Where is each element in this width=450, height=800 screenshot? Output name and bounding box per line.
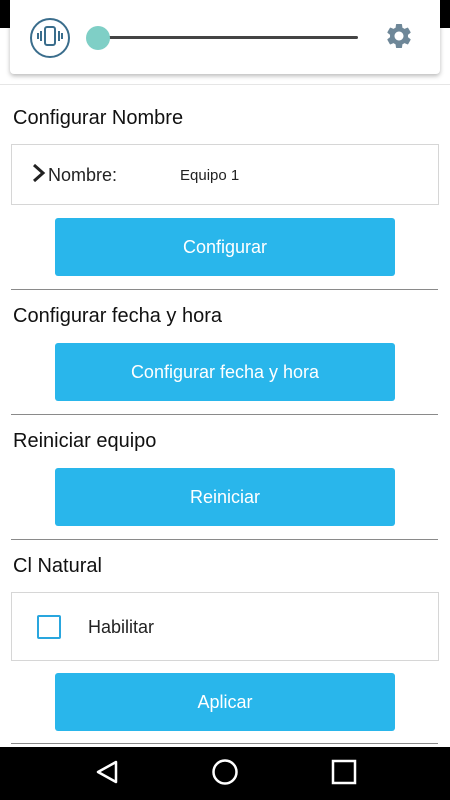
habilitar-checkbox[interactable] <box>37 615 61 639</box>
name-field-row[interactable]: Nombre: Equipo 1 <box>11 144 439 205</box>
section-title-fecha: Configurar fecha y hora <box>13 305 223 327</box>
gear-icon <box>384 21 414 56</box>
toolbar-divider <box>0 84 450 85</box>
volume-slider[interactable] <box>86 26 358 50</box>
habilitar-row[interactable]: Habilitar <box>11 592 439 661</box>
configurar-button[interactable]: Configurar <box>55 218 395 276</box>
vibrate-icon <box>37 25 63 52</box>
slider-track <box>98 36 358 39</box>
section-divider <box>11 539 438 540</box>
habilitar-label[interactable]: Habilitar <box>88 617 154 638</box>
configurar-fecha-button[interactable]: Configurar fecha y hora <box>55 343 395 401</box>
aplicar-button[interactable]: Aplicar <box>55 673 395 731</box>
reiniciar-button[interactable]: Reiniciar <box>55 468 395 526</box>
slider-thumb[interactable] <box>86 26 110 50</box>
top-toolbar <box>10 0 440 74</box>
home-button[interactable] <box>210 758 240 791</box>
chevron-right-icon <box>32 163 46 188</box>
settings-button[interactable] <box>383 22 415 54</box>
section-divider <box>11 743 438 744</box>
section-title-reiniciar: Reiniciar equipo <box>13 430 157 452</box>
vibrate-button[interactable] <box>30 18 70 58</box>
navigation-bar <box>0 747 450 800</box>
name-field-value[interactable]: Equipo 1 <box>180 167 239 184</box>
recents-square-icon <box>331 759 357 790</box>
home-circle-icon <box>211 758 239 791</box>
back-button[interactable] <box>92 759 122 789</box>
section-divider <box>11 414 438 415</box>
section-title-cl-natural: Cl Natural <box>13 555 102 577</box>
name-field-label: Nombre: <box>48 165 118 185</box>
section-title-nombre: Configurar Nombre <box>13 107 184 129</box>
section-divider <box>11 289 438 290</box>
back-triangle-icon <box>94 759 120 790</box>
recents-button[interactable] <box>329 759 359 789</box>
